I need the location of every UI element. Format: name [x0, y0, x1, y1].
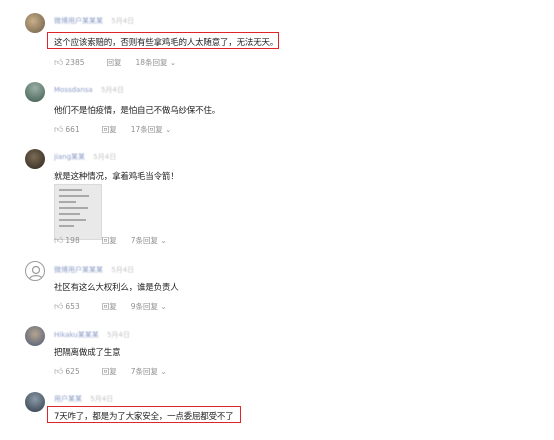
more-replies-link[interactable]: 17条回复 ⌄: [131, 124, 172, 135]
avatar[interactable]: [25, 326, 45, 346]
timestamp: 5月4日: [111, 266, 135, 274]
reply-button[interactable]: 回复: [107, 57, 122, 68]
more-replies-link[interactable]: 7条回复 ⌄: [131, 235, 167, 246]
username[interactable]: Hikaku某某某: [54, 331, 99, 339]
like-count: 198: [65, 236, 80, 245]
thumbs-up-icon: 👍︎: [54, 124, 64, 135]
like-button[interactable]: 👍︎ 198: [54, 236, 80, 246]
comment-actions: 👍︎ 661 回复 17条回复 ⌄: [54, 124, 171, 135]
timestamp: 5月4日: [100, 86, 124, 94]
like-count: 661: [65, 125, 80, 134]
timestamp: 5月4日: [93, 153, 117, 161]
avatar[interactable]: [25, 392, 45, 412]
comment-actions: 👍︎ 198 回复 7条回复 ⌄: [54, 235, 167, 246]
comment-actions: 👍︎ 625 回复 7条回复 ⌄: [54, 366, 167, 377]
thumbs-up-icon: 👍︎: [54, 235, 64, 246]
comment-actions: 👍︎ 2385 回复 18条回复 ⌄: [54, 57, 176, 68]
comment-text: 社区有这么大权利么，谁是负责人: [54, 283, 179, 293]
comment-meta: 微博用户某某某 5月4日: [54, 265, 134, 275]
like-button[interactable]: 👍︎ 661: [54, 125, 80, 135]
like-count: 2385: [65, 58, 85, 67]
more-replies-link[interactable]: 18条回复 ⌄: [136, 57, 177, 68]
reply-button[interactable]: 回复: [102, 235, 117, 246]
comment-meta: 用户某某 5月4日: [54, 394, 113, 404]
attached-image[interactable]: [54, 184, 102, 240]
username[interactable]: 用户某某: [54, 395, 82, 403]
more-replies-link[interactable]: 9条回复 ⌄: [131, 301, 167, 312]
comment-meta: Mossdansa 5月4日: [54, 85, 124, 95]
avatar[interactable]: [25, 261, 45, 281]
reply-button[interactable]: 回复: [102, 366, 117, 377]
comment-text: 他们不是怕疫情，是怕自己不做乌纱保不住。: [54, 106, 221, 116]
comment-meta: 微博用户某某某 5月4日: [54, 16, 134, 26]
like-count: 625: [65, 367, 80, 376]
username[interactable]: 微博用户某某某: [54, 17, 103, 25]
thumbs-up-icon: 👍︎: [54, 301, 64, 312]
timestamp: 5月4日: [106, 331, 130, 339]
avatar[interactable]: [25, 82, 45, 102]
thumbs-up-icon: 👍︎: [54, 366, 64, 377]
comment-meta: Hikaku某某某 5月4日: [54, 330, 130, 340]
reply-button[interactable]: 回复: [102, 124, 117, 135]
thumbs-up-icon: 👍︎: [54, 57, 64, 68]
comment-text: 这个应该索赔的，否则有些拿鸡毛的人太随意了，无法无天。: [54, 38, 279, 48]
timestamp: 5月4日: [90, 395, 114, 403]
avatar[interactable]: [25, 13, 45, 33]
username[interactable]: jiang某某: [54, 153, 85, 161]
username[interactable]: 微博用户某某某: [54, 266, 103, 274]
comment-text: 就是这种情况，拿着鸡毛当令箭！: [54, 172, 179, 182]
comment-meta: jiang某某 5月4日: [54, 152, 116, 162]
reply-button[interactable]: 回复: [102, 301, 117, 312]
default-avatar-icon: [28, 265, 44, 280]
more-replies-link[interactable]: 7条回复 ⌄: [131, 366, 167, 377]
like-count: 653: [65, 302, 80, 311]
comment-text: 把隔离做成了生意: [54, 348, 121, 358]
comment-actions: 👍︎ 653 回复 9条回复 ⌄: [54, 301, 167, 312]
like-button[interactable]: 👍︎ 653: [54, 302, 80, 312]
username[interactable]: Mossdansa: [54, 86, 93, 94]
avatar[interactable]: [25, 149, 45, 169]
comment-text: 7天咋了，都是为了大家安全，一点委屈都受不了: [54, 412, 234, 422]
like-button[interactable]: 👍︎ 625: [54, 367, 80, 377]
like-button[interactable]: 👍︎ 2385: [54, 58, 85, 68]
timestamp: 5月4日: [111, 17, 135, 25]
